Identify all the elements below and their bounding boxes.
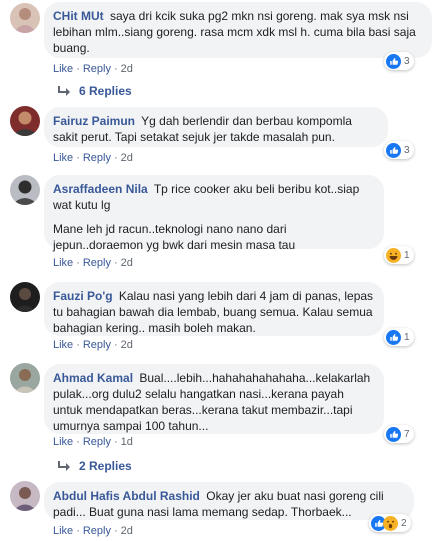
like-link[interactable]: Like	[53, 257, 73, 269]
reaction-badge[interactable]: 1	[384, 246, 414, 264]
comment-time[interactable]: 2d	[121, 63, 133, 75]
comment-author[interactable]: Abdul Hafis Abdul Rashid	[53, 489, 200, 503]
reply-arrow-icon	[58, 86, 70, 96]
comment-author[interactable]: Fairuz Paimun	[53, 114, 135, 128]
reaction-badge[interactable]: 3	[384, 141, 414, 159]
reply-arrow-icon	[58, 461, 70, 471]
avatar[interactable]	[10, 175, 40, 205]
comment-text-continued: Mane leh jd racun..teknologi nano nano d…	[53, 222, 296, 252]
comment-time[interactable]: 2d	[121, 339, 133, 351]
comment-time[interactable]: 2d	[121, 257, 133, 269]
comment-actions: Like · Reply · 2d	[53, 339, 133, 351]
comment-bubble: Ahmad Kamal Bual....lebih...hahahahahaha…	[44, 364, 384, 434]
reply-link[interactable]: Reply	[83, 339, 111, 351]
reaction-count: 7	[404, 428, 410, 440]
reaction-count: 1	[404, 249, 410, 261]
replies-label: 6 Replies	[79, 84, 132, 98]
comment-bubble: Asraffadeen Nila Tp rice cooker aku beli…	[44, 175, 384, 252]
reaction-count: 3	[404, 144, 410, 156]
view-replies-link[interactable]: 6 Replies	[58, 84, 132, 98]
reaction-badge[interactable]: 7	[384, 425, 414, 443]
reply-link[interactable]: Reply	[83, 257, 111, 269]
comment-actions: Like · Reply · 1d	[53, 436, 133, 448]
reaction-count: 3	[404, 55, 410, 67]
like-link[interactable]: Like	[53, 525, 73, 537]
comment-actions: Like · Reply · 2d	[53, 525, 133, 537]
like-icon	[386, 142, 401, 158]
reply-link[interactable]: Reply	[83, 152, 111, 164]
reaction-badge[interactable]: 1	[384, 328, 414, 346]
comment-author[interactable]: Fauzi Po'g	[53, 289, 113, 303]
avatar[interactable]	[10, 106, 40, 136]
avatar[interactable]	[10, 282, 40, 312]
comment-time[interactable]: 2d	[121, 152, 133, 164]
comment-bubble: Abdul Hafis Abdul Rashid Okay jer aku bu…	[44, 482, 414, 520]
comment-time[interactable]: 1d	[121, 436, 133, 448]
like-icon	[386, 426, 401, 442]
wow-icon	[383, 515, 398, 531]
avatar[interactable]	[10, 481, 40, 511]
comment-bubble: CHit MUt saya dri kcik suka pg2 mkn nsi …	[44, 2, 432, 58]
comment-actions: Like · Reply · 2d	[53, 257, 133, 269]
comment-time[interactable]: 2d	[121, 525, 133, 537]
like-icon	[386, 53, 401, 69]
like-link[interactable]: Like	[53, 436, 73, 448]
like-link[interactable]: Like	[53, 152, 73, 164]
comment-actions: Like · Reply · 2d	[53, 63, 133, 75]
comment-author[interactable]: Ahmad Kamal	[53, 371, 133, 385]
comment-author[interactable]: CHit MUt	[53, 9, 104, 23]
comment-bubble: Fairuz Paimun Yg dah berlendir dan berba…	[44, 107, 388, 147]
like-link[interactable]: Like	[53, 339, 73, 351]
reaction-badge[interactable]: 2	[369, 514, 411, 532]
reply-link[interactable]: Reply	[83, 436, 111, 448]
comment-text: saya dri kcik suka pg2 mkn nsi goreng. m…	[53, 9, 416, 55]
avatar[interactable]	[10, 363, 40, 393]
like-link[interactable]: Like	[53, 63, 73, 75]
reply-link[interactable]: Reply	[83, 63, 111, 75]
reaction-count: 1	[404, 331, 410, 343]
comment-actions: Like · Reply · 2d	[53, 152, 133, 164]
comment-bubble: Fauzi Po'g Kalau nasi yang lebih dari 4 …	[44, 282, 384, 336]
reaction-badge[interactable]: 3	[384, 52, 414, 70]
view-replies-link[interactable]: 2 Replies	[58, 459, 132, 473]
haha-icon	[386, 247, 401, 263]
comment-author[interactable]: Asraffadeen Nila	[53, 182, 148, 196]
reply-link[interactable]: Reply	[83, 525, 111, 537]
like-icon	[386, 329, 401, 345]
reaction-count: 2	[401, 517, 407, 529]
replies-label: 2 Replies	[79, 459, 132, 473]
avatar[interactable]	[10, 3, 40, 33]
